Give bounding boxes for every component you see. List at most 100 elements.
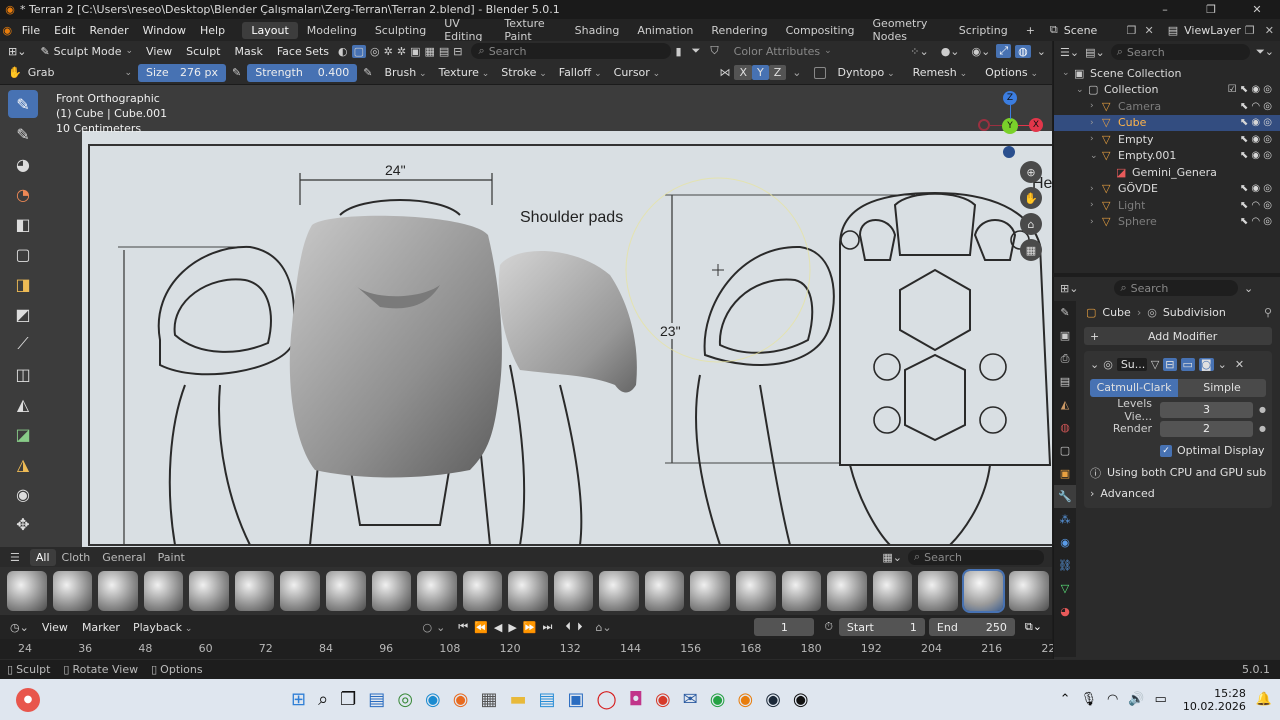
menu-help[interactable]: Help xyxy=(193,24,232,37)
expand-chevron-icon[interactable]: › xyxy=(1090,134,1102,144)
expand-chevron-icon[interactable]: ⌄ xyxy=(1090,151,1102,161)
camera-view-icon[interactable]: ⌂ xyxy=(1020,213,1042,235)
constraints-tab-icon[interactable]: ⛓ xyxy=(1054,554,1076,577)
steam-icon[interactable]: ◉ xyxy=(765,689,781,710)
keyframe-dot-icon[interactable]: ● xyxy=(1253,405,1266,414)
shelf-tab-general[interactable]: General xyxy=(96,549,151,566)
tab-animation[interactable]: Animation xyxy=(628,22,702,39)
viewport-menu-mask[interactable]: Mask xyxy=(228,45,270,58)
header-search[interactable]: ⌕ Search xyxy=(470,43,671,59)
mode-selector[interactable]: ✎ Sculpt Mode ⌄ xyxy=(34,45,139,58)
brush-thumbnail[interactable] xyxy=(690,571,730,611)
outliner-filter-icon[interactable]: ⏷⌄ xyxy=(1256,45,1274,59)
simple-button[interactable]: Simple xyxy=(1178,379,1266,397)
gizmo-z-axis[interactable]: Z xyxy=(1003,91,1017,105)
search-icon[interactable]: ⌕ xyxy=(318,689,328,710)
tab-scripting[interactable]: Scripting xyxy=(950,22,1017,39)
edit-face-set-tool[interactable]: ◮ xyxy=(8,450,38,478)
size-field[interactable]: Size 276 px xyxy=(138,63,226,82)
cursor-dropdown[interactable]: Cursor xyxy=(608,66,667,79)
brush-thumbnail[interactable] xyxy=(462,571,503,611)
editor-type-icon[interactable]: ⊞⌄ xyxy=(0,45,34,58)
dyntopo-checkbox[interactable] xyxy=(813,66,826,79)
levels-viewport-field[interactable]: 3 xyxy=(1160,401,1254,418)
tab-rendering[interactable]: Rendering xyxy=(702,22,776,39)
catmull-clark-button[interactable]: Catmull-Clark xyxy=(1090,379,1178,397)
delete-view-layer-icon[interactable]: ✕ xyxy=(1259,24,1280,37)
clock[interactable]: 15:28 10.02.2026 xyxy=(1183,687,1246,713)
edge-icon[interactable]: ◉ xyxy=(425,689,441,710)
timeline-editor-icon[interactable]: ◷⌄ xyxy=(0,621,35,634)
viewport-menu-view[interactable]: View xyxy=(139,45,179,58)
advanced-subpanel[interactable]: › Advanced xyxy=(1090,485,1266,502)
scene-tab-icon[interactable]: ◭ xyxy=(1054,393,1076,416)
brush-thumbnail[interactable] xyxy=(736,571,776,611)
battery-icon[interactable]: ▭ xyxy=(1155,692,1167,707)
mail-icon[interactable]: ✉ xyxy=(683,689,698,710)
file-explorer-icon[interactable]: ▬ xyxy=(509,689,526,710)
tool-icon-e[interactable]: ✲ xyxy=(397,45,406,58)
menu-edit[interactable]: Edit xyxy=(47,24,82,37)
texture-dropdown[interactable]: Texture xyxy=(433,66,496,79)
tool-icon-i[interactable]: ⊟ xyxy=(453,45,462,58)
timeline-menu-view[interactable]: View xyxy=(35,621,75,634)
paint-tool[interactable]: ✎ xyxy=(8,120,38,148)
brush-thumbnail[interactable] xyxy=(417,571,457,611)
gizmo-y-axis[interactable]: Y xyxy=(1002,118,1018,134)
display-mode-icon[interactable]: ▤⌄ xyxy=(1085,46,1105,59)
firefox-icon[interactable]: ◉ xyxy=(453,689,469,710)
gizmo-neg-z[interactable] xyxy=(1003,146,1015,158)
brush-thumbnail[interactable] xyxy=(872,571,913,611)
box-hide-tool[interactable]: ▢ xyxy=(8,240,38,268)
remesh-dropdown[interactable]: Remesh xyxy=(907,66,974,79)
store-icon[interactable]: ▣ xyxy=(568,689,585,710)
playback-options-icon[interactable]: ⧉⌄ xyxy=(1015,620,1052,634)
shelf-tab-cloth[interactable]: Cloth xyxy=(56,549,97,566)
expand-chevron-icon[interactable]: › xyxy=(1090,118,1102,128)
strength-field[interactable]: Strength 0.400 xyxy=(247,63,358,82)
brush-thumbnail[interactable] xyxy=(143,571,184,611)
brush-thumbnail[interactable] xyxy=(961,569,1006,613)
overlays-toggle-icon[interactable]: ◍ xyxy=(1015,44,1031,58)
object-tab-icon[interactable]: ▣ xyxy=(1054,462,1076,485)
options-dropdown[interactable]: Options xyxy=(979,66,1044,79)
falloff-dropdown[interactable]: Falloff xyxy=(553,66,608,79)
notification-avatar-icon[interactable]: ● xyxy=(16,687,40,712)
brush-thumbnail[interactable] xyxy=(98,571,138,611)
tool-tab-icon[interactable]: ✎ xyxy=(1054,301,1076,324)
face-set-tool[interactable]: ◔ xyxy=(8,180,38,208)
play-reverse-icon[interactable]: ◀ xyxy=(491,621,505,634)
auto-keying-icon[interactable]: ⌂⌄ xyxy=(585,621,614,634)
close-button[interactable]: ✕ xyxy=(1234,3,1280,16)
add-workspace-button[interactable]: + xyxy=(1017,22,1044,39)
material-tab-icon[interactable]: ◕ xyxy=(1054,600,1076,623)
visibility-toggles[interactable]: ⬉ ◉ ◎ xyxy=(1240,150,1272,161)
render-tab-icon[interactable]: ▣ xyxy=(1054,324,1076,347)
cloth-filter-tool[interactable]: ◭ xyxy=(8,390,38,418)
chrome-icon[interactable]: ◉ xyxy=(655,689,671,710)
pin-icon[interactable]: ⚲ xyxy=(1264,306,1272,319)
symmetry-z-toggle[interactable]: Z xyxy=(768,65,787,80)
volume-icon[interactable]: 🔊 xyxy=(1128,692,1144,707)
outliner-item[interactable]: ⌄ ▽ Empty.001 ⬉ ◉ ◎ xyxy=(1054,148,1280,165)
grid-view-icon[interactable]: ▦ xyxy=(1020,239,1042,261)
mask-tool[interactable]: ◕ xyxy=(8,150,38,178)
brush-thumbnail[interactable] xyxy=(508,571,548,611)
keyframe-prev-icon[interactable]: ⏪ xyxy=(471,621,491,634)
zoom-icon[interactable]: ⊕ xyxy=(1020,161,1042,183)
menu-render[interactable]: Render xyxy=(82,24,135,37)
add-modifier-button[interactable]: + Add Modifier xyxy=(1084,327,1272,345)
visibility-toggles[interactable]: ⬉ ◉ ◎ xyxy=(1240,117,1272,128)
stroke-dropdown[interactable]: Stroke xyxy=(495,66,552,79)
outliner-item[interactable]: › ▽ Empty ⬉ ◉ ◎ xyxy=(1054,131,1280,148)
physics-tab-icon[interactable]: ◉ xyxy=(1054,531,1076,554)
tab-sculpting[interactable]: Sculpting xyxy=(366,22,435,39)
box-trim-tool[interactable]: ◩ xyxy=(8,300,38,328)
record-icon[interactable]: ○ xyxy=(418,621,436,634)
brush-thumbnail[interactable] xyxy=(371,571,412,611)
world-tab-icon[interactable]: ◍ xyxy=(1054,416,1076,439)
properties-editor-icon[interactable]: ⊞⌄ xyxy=(1060,282,1078,295)
outliner-item[interactable]: › ▽ Cube ⬉ ◉ ◎ xyxy=(1054,114,1280,131)
particles-tab-icon[interactable]: ⁂ xyxy=(1054,508,1076,531)
tool-icon-a[interactable]: ◐ xyxy=(338,45,348,58)
